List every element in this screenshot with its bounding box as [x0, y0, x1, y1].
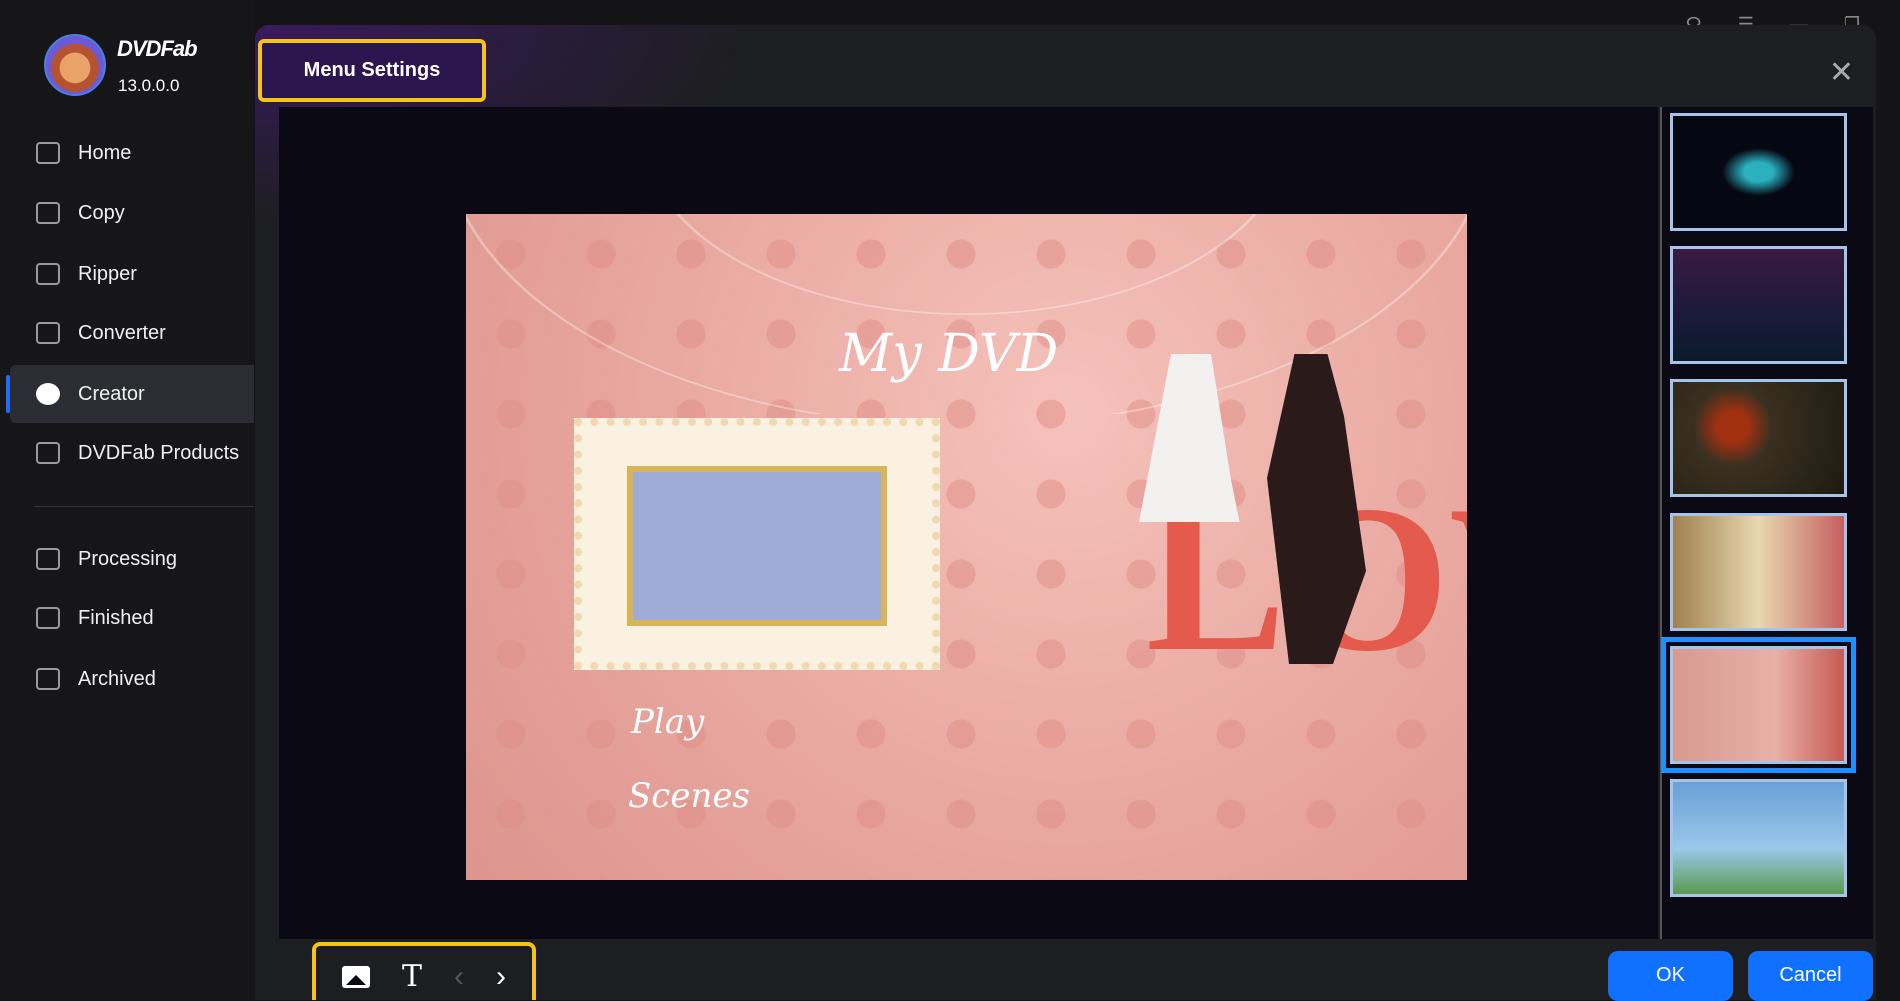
- home-icon: [36, 142, 60, 164]
- version: 13.0.0.0: [118, 76, 180, 95]
- sidebar-item-label: Ripper: [78, 262, 137, 285]
- sidebar-item-label: Converter: [78, 321, 166, 344]
- preview-toolbar: T ‹ ›: [312, 942, 536, 1000]
- sidebar-item-home[interactable]: Home: [10, 124, 254, 182]
- dialog-title: Menu Settings: [258, 39, 486, 102]
- sidebar-item-processing[interactable]: Processing: [10, 530, 254, 588]
- sidebar-item-ripper[interactable]: Ripper: [10, 245, 254, 303]
- creator-icon: [36, 383, 60, 405]
- finished-icon: [36, 607, 60, 629]
- sidebar-item-label: Copy: [78, 201, 125, 224]
- sidebar-item-label: DVDFab Products: [78, 441, 240, 464]
- copy-icon: [36, 202, 60, 224]
- template-thumbnail[interactable]: [1670, 379, 1847, 497]
- menu-title-text[interactable]: My DVD: [839, 324, 1058, 384]
- chevron-right-icon[interactable]: ›: [496, 960, 506, 994]
- sidebar-item-converter[interactable]: Converter: [10, 304, 254, 362]
- close-icon[interactable]: ✕: [1829, 55, 1854, 90]
- menu-settings-dialog: Menu Settings ✕ My DVD Play Scenes LOVE …: [255, 25, 1876, 1000]
- sidebar-item-creator[interactable]: Creator: [6, 365, 254, 423]
- text-tool-icon[interactable]: T: [402, 959, 422, 994]
- sidebar-item-label: Home: [78, 141, 132, 164]
- dvdfab-logo: [44, 34, 106, 96]
- sidebar-item-label: Processing: [78, 547, 177, 570]
- sidebar-item-copy[interactable]: Copy: [10, 184, 254, 242]
- chevron-left-icon[interactable]: ‹: [454, 960, 464, 994]
- sidebar-item-finished[interactable]: Finished: [10, 589, 254, 647]
- menu-preview-area: My DVD Play Scenes LOVE T ‹ ›: [279, 107, 1658, 1000]
- converter-icon: [36, 322, 60, 344]
- template-thumbnail-selected[interactable]: [1661, 637, 1856, 773]
- template-thumbnail[interactable]: [1670, 513, 1847, 631]
- template-list: [1660, 107, 1873, 939]
- video-frame[interactable]: [574, 418, 940, 670]
- sidebar-item-label: Archived: [78, 667, 156, 690]
- sidebar-item-dvdfab-products[interactable]: DVDFab Products: [10, 424, 254, 482]
- scenes-button-text[interactable]: Scenes: [628, 776, 750, 816]
- play-button-text[interactable]: Play: [631, 702, 704, 742]
- sidebar-item-label: Creator: [78, 382, 145, 405]
- products-icon: [36, 442, 60, 464]
- sidebar: DVDFab 13.0.0.0 Home Copy Ripper Convert…: [0, 0, 254, 1000]
- ok-button[interactable]: OK: [1608, 951, 1733, 1001]
- image-icon[interactable]: [341, 965, 370, 988]
- sidebar-item-label: Finished: [78, 606, 154, 629]
- archived-icon: [36, 668, 60, 690]
- processing-icon: [36, 548, 60, 570]
- template-thumbnail[interactable]: [1670, 113, 1847, 231]
- menu-preview-canvas[interactable]: My DVD Play Scenes LOVE: [466, 214, 1467, 880]
- cancel-button[interactable]: Cancel: [1748, 951, 1873, 1001]
- sidebar-item-archived[interactable]: Archived: [10, 650, 254, 708]
- brand-name: DVDFab: [117, 36, 198, 61]
- ripper-icon: [36, 263, 60, 285]
- sidebar-divider: [34, 506, 254, 507]
- video-thumbnail: [627, 466, 887, 626]
- template-thumbnail[interactable]: [1670, 246, 1847, 364]
- template-thumbnail[interactable]: [1670, 779, 1847, 897]
